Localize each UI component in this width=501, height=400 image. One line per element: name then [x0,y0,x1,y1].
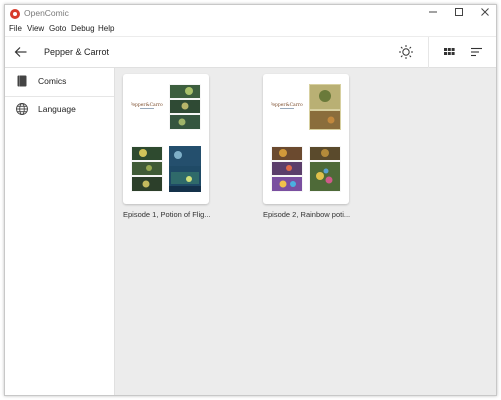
page-thumbnail [309,84,341,130]
sidebar-item-label: Language [38,104,76,114]
close-button[interactable] [472,5,496,23]
comics-grid: Pepper&Carrot Episode 1, Potion of Flig.… [115,68,496,395]
page-thumbnail [169,84,201,130]
menu-bar: File View Goto Debug Help [5,23,496,36]
sidebar: Comics Language [5,68,115,395]
grid-icon [444,48,455,55]
svg-text:Pepper&Carrot: Pepper&Carrot [271,102,303,108]
page-thumbnail [271,146,303,192]
page-thumbnail [169,146,201,192]
comic-card[interactable]: Pepper&Carrot [263,74,349,204]
sidebar-item-language[interactable]: Language [5,96,114,124]
sidebar-item-label: Comics [38,76,67,86]
cover-thumbnail: Pepper&Carrot [129,84,165,130]
window-title: OpenComic [24,8,69,18]
book-icon [15,74,29,88]
view-grid-button[interactable] [441,44,457,60]
comic-card[interactable]: Pepper&Carrot [123,74,209,204]
menu-goto[interactable]: Goto [49,24,66,33]
minimize-button[interactable] [420,5,446,23]
header-bar: Pepper & Carrot [5,36,496,68]
menu-debug[interactable]: Debug [71,24,95,33]
menu-help[interactable]: Help [98,24,114,33]
comic-title[interactable]: Episode 1, Potion of Flig... [123,210,223,219]
maximize-button[interactable] [446,5,472,23]
header-divider [428,37,429,68]
menu-file[interactable]: File [9,24,22,33]
close-icon [481,8,489,16]
app-window: OpenComic File View Goto Debug Help Pepp… [4,4,497,396]
app-logo-icon [10,9,20,19]
page-thumbnail [131,146,163,192]
page-thumbnail [309,146,341,192]
comic-title[interactable]: Episode 2, Rainbow poti... [263,210,363,219]
theme-toggle-button[interactable] [398,44,414,60]
page-title: Pepper & Carrot [44,47,110,57]
title-bar: OpenComic [5,5,496,23]
minimize-icon [429,11,437,13]
sidebar-item-comics[interactable]: Comics [5,68,114,97]
globe-icon [15,102,29,116]
brightness-icon [399,45,413,59]
menu-view[interactable]: View [27,24,44,33]
arrow-left-icon [14,47,27,57]
cover-thumbnail: Pepper&Carrot [269,84,305,130]
sort-button[interactable] [468,44,484,60]
sort-icon [471,47,482,57]
maximize-icon [455,8,463,16]
back-button[interactable] [13,44,29,60]
svg-text:Pepper&Carrot: Pepper&Carrot [131,102,163,108]
